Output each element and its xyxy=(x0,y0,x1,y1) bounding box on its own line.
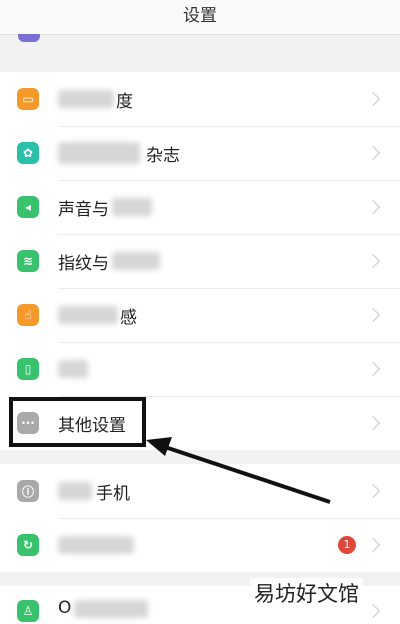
person-icon: ♙ xyxy=(17,600,39,622)
row-battery[interactable]: ▯ xyxy=(0,342,400,396)
row-label: 感 xyxy=(120,307,137,328)
chevron-right-icon xyxy=(365,199,381,215)
page-title: 设置 xyxy=(0,0,400,35)
update-icon: ↻ xyxy=(17,534,39,556)
display-icon: ▭ xyxy=(17,88,39,110)
speaker-icon: ◂ xyxy=(17,196,39,218)
row-label: O xyxy=(58,598,72,618)
row-magazine[interactable]: ✿ 杂志 xyxy=(0,126,400,180)
partial-icon xyxy=(18,34,40,42)
row-fingerprint[interactable]: ≋ 指纹与 xyxy=(0,234,400,288)
row-label: 杂志 xyxy=(146,145,180,166)
settings-section-2: ⓘ 手机 ↻ 1 xyxy=(0,464,400,572)
hand-tap-icon: ☝ xyxy=(17,304,39,326)
row-label: 指纹与 xyxy=(58,253,109,274)
chevron-right-icon xyxy=(365,537,381,553)
watermark: 易坊好文馆 xyxy=(250,578,363,608)
notification-badge: 1 xyxy=(338,536,356,554)
row-system-update[interactable]: ↻ 1 xyxy=(0,518,400,572)
row-label: 手机 xyxy=(96,483,130,504)
battery-icon: ▯ xyxy=(17,358,39,380)
chevron-right-icon xyxy=(365,483,381,499)
chevron-right-icon xyxy=(365,91,381,107)
fingerprint-icon: ≋ xyxy=(17,250,39,272)
chevron-right-icon xyxy=(365,307,381,323)
row-label: 声音与 xyxy=(58,199,109,220)
row-label: 度 xyxy=(116,91,133,112)
highlight-box xyxy=(9,397,146,447)
pinwheel-icon: ✿ xyxy=(17,142,39,164)
chevron-right-icon xyxy=(365,253,381,269)
chevron-right-icon xyxy=(365,361,381,377)
settings-section-1: ▭ 度 ✿ 杂志 ◂ 声音与 ≋ 指纹与 ☝ 感 ▯ ··· 其他设置 xyxy=(0,72,400,450)
chevron-right-icon xyxy=(365,603,381,619)
chevron-right-icon xyxy=(365,145,381,161)
row-gesture[interactable]: ☝ 感 xyxy=(0,288,400,342)
row-about-phone[interactable]: ⓘ 手机 xyxy=(0,464,400,518)
info-icon: ⓘ xyxy=(17,480,39,502)
row-sound[interactable]: ◂ 声音与 xyxy=(0,180,400,234)
row-display[interactable]: ▭ 度 xyxy=(0,72,400,126)
chevron-right-icon xyxy=(365,415,381,431)
